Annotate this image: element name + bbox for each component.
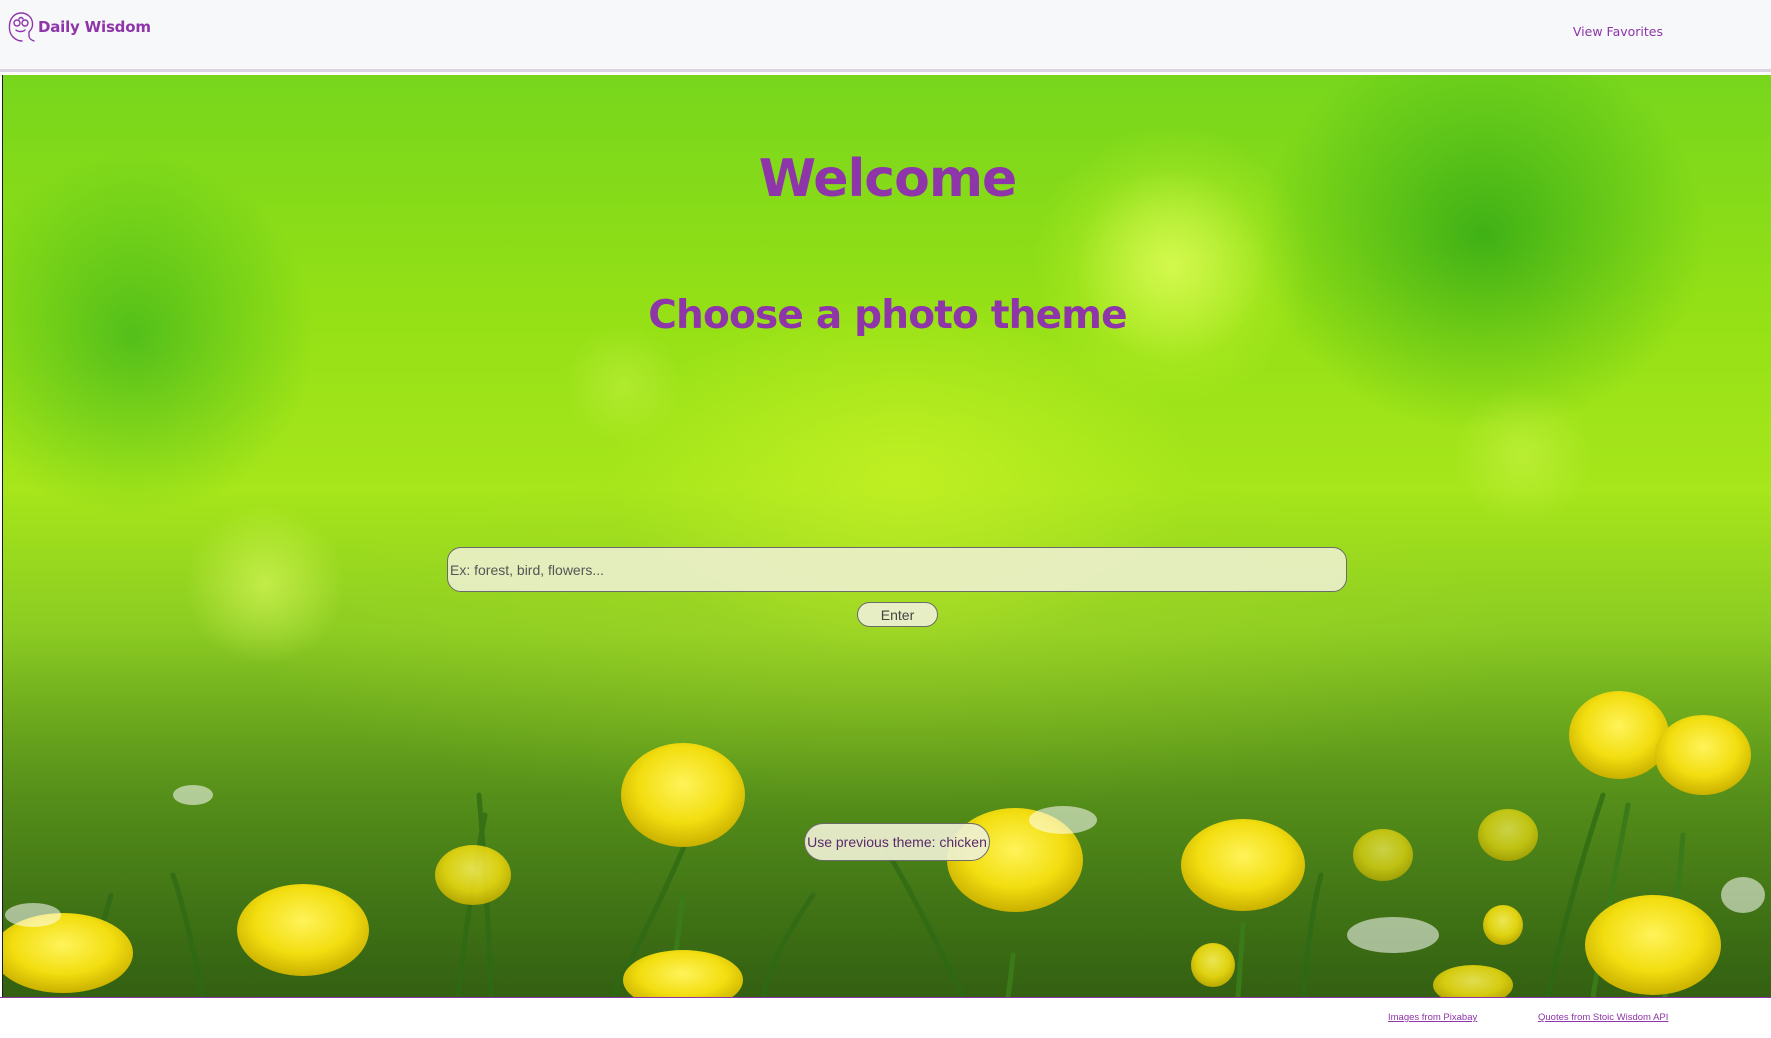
head-face-outline-icon xyxy=(8,12,35,42)
brand-link[interactable]: Daily Wisdom xyxy=(7,10,151,44)
enter-button[interactable]: Enter xyxy=(857,602,938,627)
use-previous-theme-button[interactable]: Use previous theme: chicken xyxy=(804,823,990,861)
theme-search-input[interactable] xyxy=(447,547,1347,592)
page-title: Welcome xyxy=(758,149,1018,209)
footer: Images from Pixabay Quotes from Stoic Wi… xyxy=(0,997,1771,1038)
navbar: Daily Wisdom View Favorites xyxy=(0,0,1771,72)
brand-name: Daily Wisdom xyxy=(38,18,151,36)
view-favorites-link[interactable]: View Favorites xyxy=(1573,24,1663,39)
page: Daily Wisdom View Favorites Welcome Choo… xyxy=(0,0,1771,1038)
images-credit-link[interactable]: Images from Pixabay xyxy=(1388,1012,1477,1023)
quotes-credit-link[interactable]: Quotes from Stoic Wisdom API xyxy=(1538,1012,1668,1023)
hero-section: Welcome Choose a photo theme Enter Use p… xyxy=(2,75,1771,997)
page-subtitle: Choose a photo theme xyxy=(648,293,1127,338)
